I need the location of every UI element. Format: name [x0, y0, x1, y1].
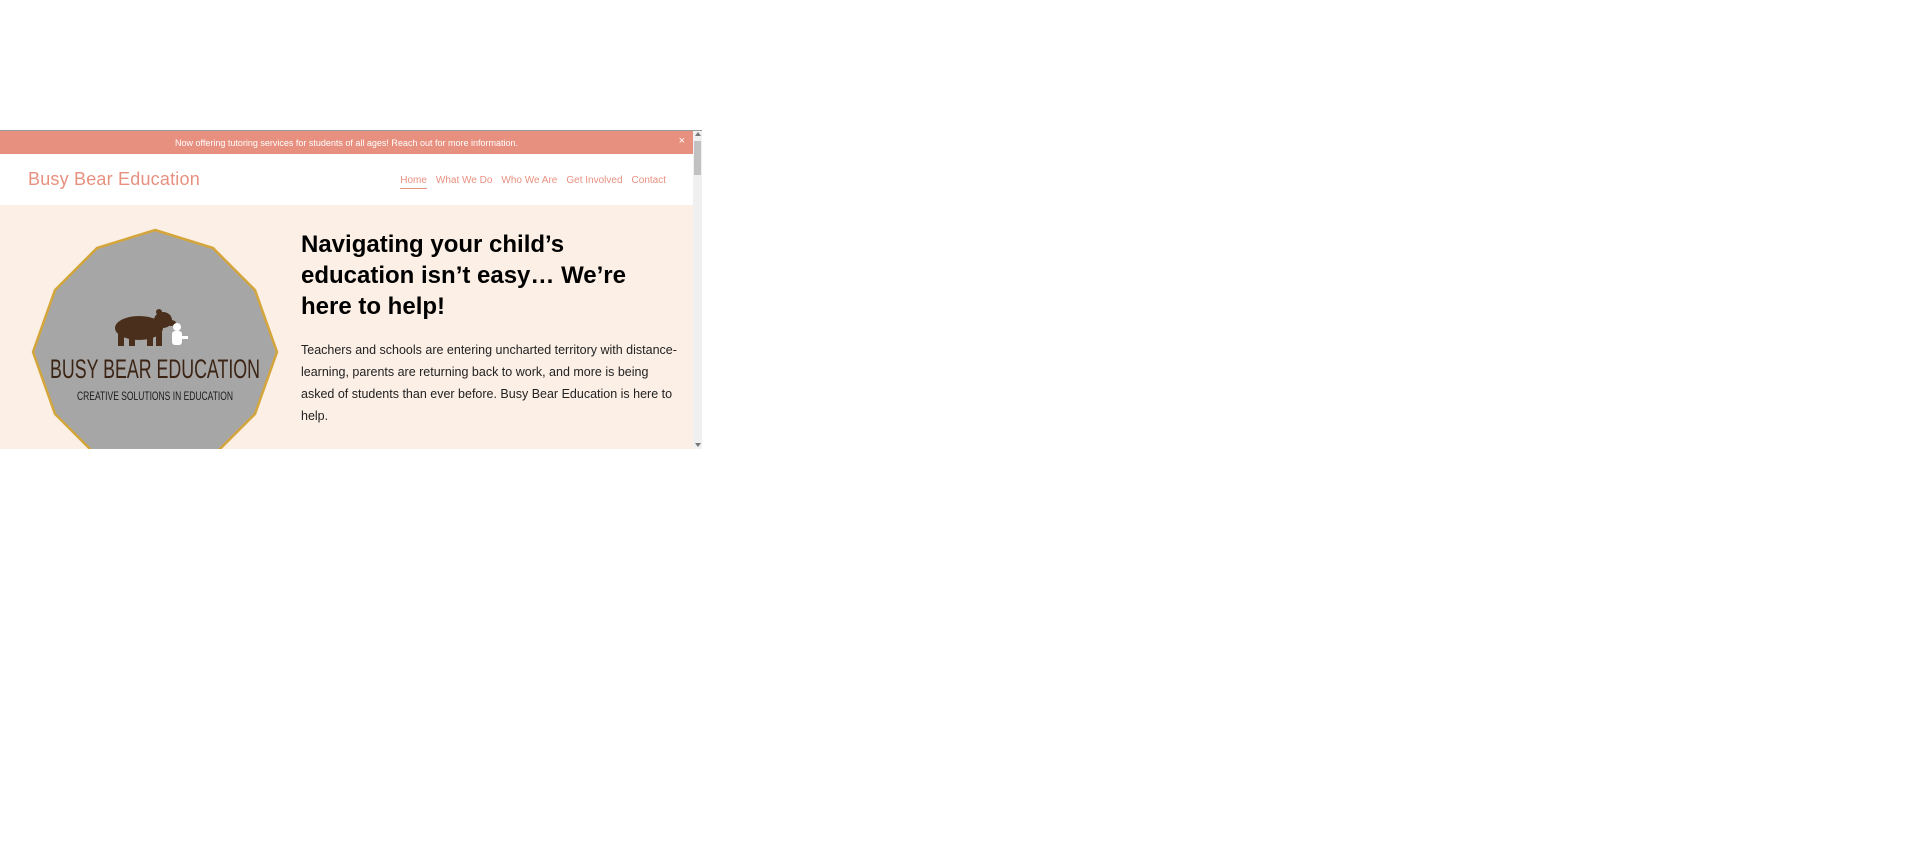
logo-subtitle: CREATIVE SOLUTIONS IN EDUCATION [77, 389, 233, 403]
hero-section: BUSY BEAR EDUCATION CREATIVE SOLUTIONS I… [0, 205, 693, 449]
scrollbar[interactable] [693, 131, 702, 449]
announcement-bar: Now offering tutoring services for stude… [0, 131, 693, 154]
nav-contact[interactable]: Contact [632, 175, 666, 189]
hero-paragraph: Teachers and schools are entering unchar… [301, 343, 677, 423]
close-icon[interactable]: × [679, 135, 685, 147]
main-nav: Home What We Do Who We Are Get Involved … [400, 175, 666, 189]
scroll-up-icon[interactable] [695, 132, 701, 136]
site-title-link[interactable]: Busy Bear Education [28, 169, 200, 190]
busy-bear-logo: BUSY BEAR EDUCATION CREATIVE SOLUTIONS I… [31, 228, 279, 449]
nav-home[interactable]: Home [400, 175, 427, 189]
hero-heading: Navigating your child’s education isn’t … [301, 231, 626, 320]
browser-viewport: Now offering tutoring services for stude… [0, 130, 702, 449]
scroll-thumb[interactable] [694, 141, 701, 175]
site-header: Busy Bear Education Home What We Do Who … [0, 154, 693, 205]
announcement-text: Now offering tutoring services for stude… [174, 137, 518, 148]
nav-what-we-do[interactable]: What We Do [436, 175, 493, 189]
nav-get-involved[interactable]: Get Involved [566, 175, 622, 189]
logo-title: BUSY BEAR EDUCATION [50, 354, 260, 384]
scroll-down-icon[interactable] [695, 443, 701, 447]
nav-who-we-are[interactable]: Who We Are [501, 175, 557, 189]
